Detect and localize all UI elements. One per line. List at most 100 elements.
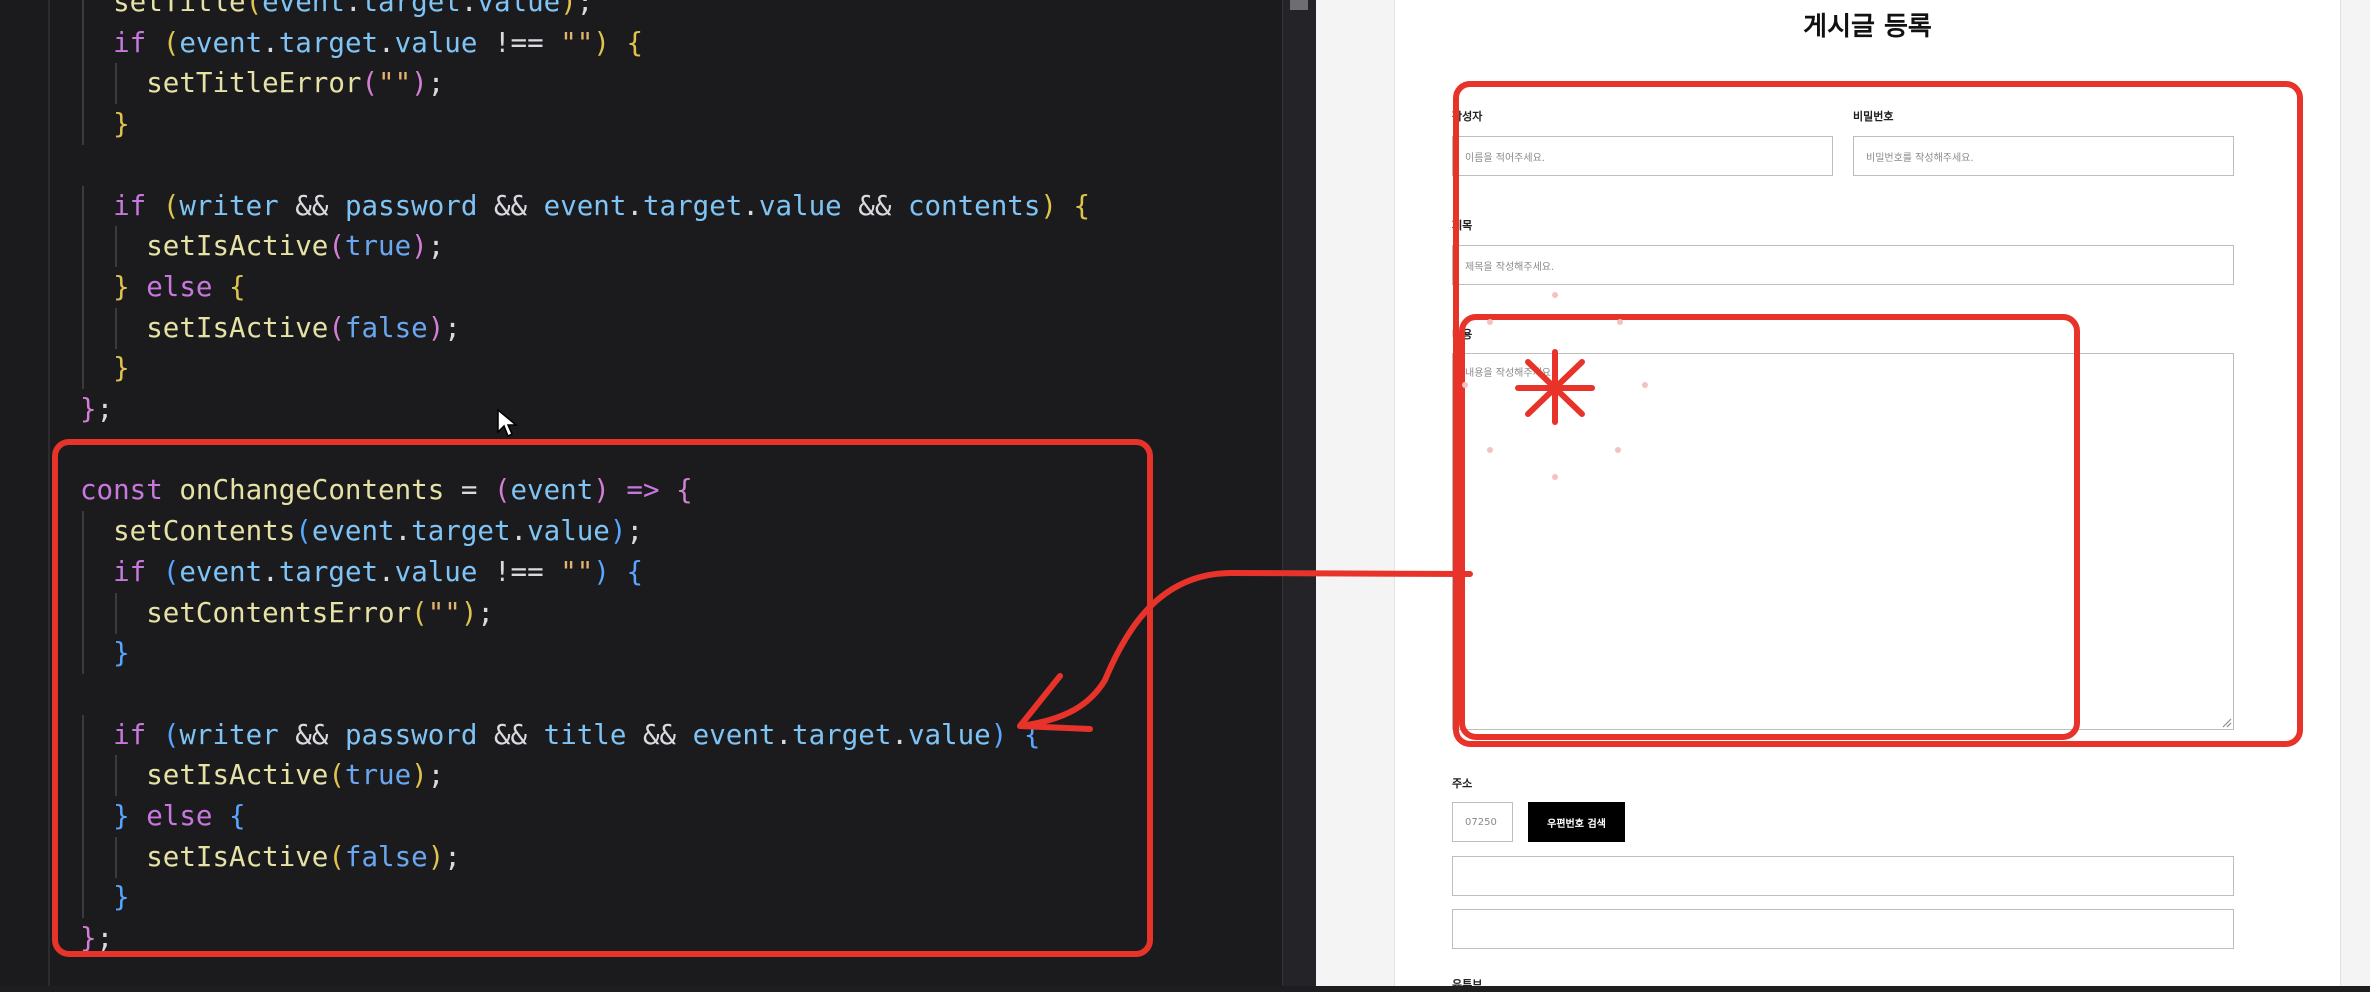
code-token: { [626, 26, 644, 59]
code-token: ( [295, 515, 312, 548]
code-line[interactable]: setIsActive(false); [80, 837, 461, 878]
code-token: . [262, 555, 279, 588]
password-input[interactable]: 비밀번호를 작성해주세요. [1853, 136, 2234, 176]
indent-guide [82, 185, 84, 227]
code-token: ( [493, 474, 511, 507]
code-token: } [113, 270, 130, 303]
editor-scrollbar[interactable] [1282, 0, 1317, 986]
code-token: writer [179, 718, 279, 751]
code-token: && [477, 189, 544, 222]
code-token: value [394, 555, 478, 588]
code-line[interactable]: }; [80, 918, 113, 959]
code-line[interactable]: if (event.target.value !== "") { [80, 552, 643, 593]
indent-guide [82, 0, 84, 23]
code-token: ( [328, 759, 345, 792]
code-token: ( [328, 311, 345, 344]
code-token: = [444, 474, 494, 507]
indent-guide [82, 714, 84, 756]
subject-label: 제목 [1452, 219, 1473, 232]
code-line[interactable]: } [80, 104, 130, 145]
code-line[interactable]: } [80, 348, 130, 389]
code-token: ; [576, 0, 594, 18]
code-token: { [1023, 718, 1041, 751]
code-line[interactable]: if (event.target.value !== "") { [80, 23, 643, 64]
code-token: if [113, 189, 147, 222]
code-line[interactable]: } else { [80, 267, 245, 308]
code-line[interactable]: } [80, 877, 130, 918]
code-token: if [113, 555, 147, 588]
code-line[interactable]: const onChangeContents = (event) => { [80, 470, 693, 511]
code-token: ( [361, 67, 379, 100]
code-token: } [113, 352, 130, 385]
code-line[interactable]: setIsActive(true); [80, 755, 444, 796]
code-line[interactable]: } [80, 633, 130, 674]
code-token: else [146, 270, 213, 303]
code-line[interactable]: setTitleError(""); [80, 63, 444, 104]
code-token: ) [593, 474, 610, 507]
code-line[interactable]: } else { [80, 796, 245, 837]
code-token: . [262, 26, 279, 59]
writer-label: 작성자 [1452, 110, 1483, 123]
code-token: ( [328, 230, 345, 263]
textarea-resize-icon[interactable] [2220, 716, 2232, 728]
code-token: ( [328, 840, 345, 873]
code-line[interactable]: }; [80, 389, 113, 430]
code-token: setIsActive [146, 311, 329, 344]
indent-guide [114, 63, 117, 105]
code-line[interactable]: setContents(event.target.value); [80, 511, 643, 552]
code-line[interactable]: if (writer && password && title && event… [80, 715, 1040, 756]
code-token: value [907, 718, 991, 751]
code-line[interactable]: setIsActive(true); [80, 226, 444, 267]
address-input[interactable] [1452, 856, 2234, 896]
code-token: true [344, 759, 412, 792]
editor-scrollbar-thumb[interactable] [1290, 0, 1308, 10]
code-token: const [80, 474, 163, 507]
code-token: target [792, 718, 892, 751]
code-token: ) [460, 596, 478, 629]
code-token: if [113, 26, 147, 59]
board-write-page: 게시글 등록 작성자 이름을 적어주세요. 비밀번호 비밀번호를 작성해주세요.… [1394, 0, 2341, 991]
code-token: ( [162, 555, 180, 588]
writer-input[interactable]: 이름을 적어주세요. [1452, 136, 1833, 176]
indent-guide [82, 551, 84, 593]
code-token: if [113, 718, 147, 751]
code-line[interactable]: setContentsError(""); [80, 593, 494, 634]
address-detail-input[interactable] [1452, 909, 2234, 949]
indent-guide [82, 22, 84, 64]
contents-label: 내용 [1452, 328, 1473, 341]
zipcode-search-button[interactable]: 우편번호 검색 [1528, 802, 1625, 842]
code-token: false [344, 311, 428, 344]
code-line[interactable]: setIsActive(false); [80, 308, 461, 349]
code-token: ( [245, 0, 263, 18]
code-line[interactable]: setTitle(event.target.value); [80, 0, 593, 23]
indent-guide [114, 307, 117, 349]
code-token: => [626, 474, 660, 507]
password-label: 비밀번호 [1853, 110, 1894, 123]
zipcode-input[interactable]: 07250 [1452, 802, 1513, 842]
code-token: ) [560, 0, 577, 18]
subject-input[interactable]: 제목을 작성해주세요. [1452, 245, 2234, 285]
contents-textarea[interactable]: 내용을 작성해주세요. [1452, 353, 2234, 730]
code-token: target [643, 189, 743, 222]
code-token: target [361, 0, 461, 18]
code-token: setTitleError [146, 67, 362, 100]
indent-guide [82, 104, 84, 146]
code-editor[interactable]: setTitle(event.target.value); if (event.… [0, 0, 1317, 986]
code-line[interactable]: if (writer && password && event.target.v… [80, 186, 1090, 227]
code-token: . [344, 0, 362, 18]
code-token: { [626, 555, 644, 588]
